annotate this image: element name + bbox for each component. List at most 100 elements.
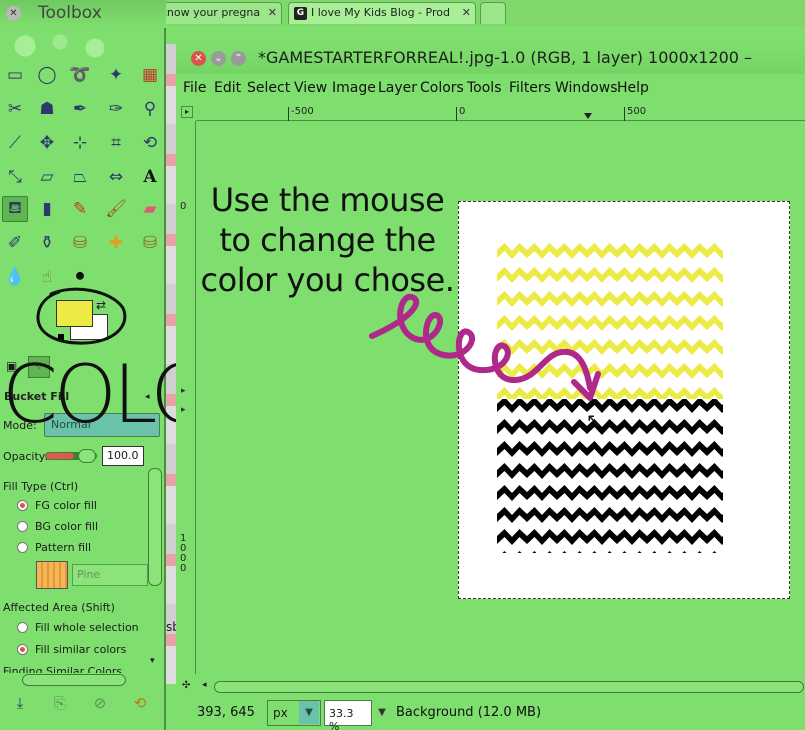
rect-select-icon[interactable]: ▭ (2, 62, 28, 88)
zoom-input[interactable]: 33.3 % (324, 700, 372, 730)
scissors-icon[interactable]: ✂ (2, 96, 28, 122)
move-icon[interactable]: ✥ (34, 130, 60, 156)
pattern-name-field[interactable]: Pine (72, 564, 148, 586)
new-tab-button[interactable] (480, 2, 506, 24)
measure-icon[interactable]: ⟋ (2, 130, 28, 156)
fill-type-label: Fill Type (Ctrl) (3, 480, 79, 493)
menu-view[interactable]: View (294, 80, 327, 96)
crop-icon[interactable]: ⌗ (103, 130, 129, 156)
pencil-icon[interactable]: ✎ (67, 196, 93, 222)
perspective-clone-icon[interactable]: ⛁ (137, 230, 163, 256)
delete-options-icon[interactable]: ⊘ (90, 694, 110, 714)
curly-arrow-icon (369, 293, 601, 401)
unit-label: px (273, 706, 288, 720)
clone-icon[interactable]: ⛁ (67, 230, 93, 256)
minimize-window-icon[interactable]: ⌄ (211, 51, 226, 66)
horizontal-scrollbar[interactable] (214, 681, 804, 693)
menu-select[interactable]: Select (247, 80, 290, 96)
fg-fill-label: FG color fill (35, 499, 97, 512)
airbrush-icon[interactable]: ✐ (2, 230, 28, 256)
finding-similar-colors-label: Finding Similar Colors (3, 665, 123, 673)
close-window-icon[interactable]: ✕ (191, 51, 206, 66)
menu-windows[interactable]: Windows (555, 80, 618, 96)
scroll-down-icon[interactable]: ▾ (150, 656, 155, 666)
menu-tools[interactable]: Tools (467, 80, 502, 96)
close-icon[interactable]: ✕ (6, 6, 21, 21)
browser-tab-blog[interactable]: G I love My Kids Blog - Prod ✕ (288, 2, 476, 24)
ruler-pointer-marker: ▸ (181, 405, 186, 415)
blur-icon[interactable]: 💧 (2, 264, 28, 290)
fill-whole-selection-label: Fill whole selection (35, 621, 139, 634)
tool-options-hscroll[interactable] (22, 674, 126, 686)
bg-fill-radio[interactable] (17, 521, 28, 532)
free-select-icon[interactable]: ➰ (67, 62, 93, 88)
ruler-label: 0 (180, 201, 187, 212)
eraser-icon[interactable]: ▰ (137, 196, 163, 222)
menu-help[interactable]: Help (617, 80, 649, 96)
color-circle-annotation (36, 287, 127, 345)
ruler-label: -500 (291, 106, 314, 117)
menu-file[interactable]: File (183, 80, 206, 96)
heal-icon[interactable]: ✚ (103, 230, 129, 256)
toolbox-title: Toolbox (38, 3, 102, 23)
image-window-title: *GAMESTARTERFORREAL!.jpg-1.0 (RGB, 1 lay… (258, 48, 753, 67)
paintbrush-icon[interactable]: 🖌 (103, 196, 129, 222)
bucket-fill-icon[interactable]: ⛾ (2, 196, 28, 222)
fill-whole-selection-radio[interactable] (17, 622, 28, 633)
scroll-left-icon[interactable]: ◂ (202, 680, 207, 690)
scale-icon[interactable]: ⤡ (2, 164, 28, 190)
tab-favicon-icon: G (294, 7, 307, 20)
foreground-select-icon[interactable]: ☗ (34, 96, 60, 122)
fg-fill-radio[interactable] (17, 500, 28, 511)
color-select-icon[interactable]: ▦ (137, 62, 163, 88)
ink-icon[interactable]: ⚱ (34, 230, 60, 256)
fill-similar-colors-radio[interactable] (17, 644, 28, 655)
quick-mask-toggle[interactable]: ▸ (181, 106, 193, 118)
opacity-slider-handle[interactable] (78, 449, 96, 463)
blend-icon[interactable]: ▮ (34, 196, 60, 222)
fuzzy-select-icon[interactable]: ✦ (103, 62, 129, 88)
browser-tab-label: I love My Kids Blog - Prod (311, 6, 450, 19)
unit-dropdown-icon[interactable]: ▼ (299, 701, 319, 724)
menu-filters[interactable]: Filters (509, 80, 551, 96)
ruler-pointer-marker (584, 113, 592, 119)
perspective-icon[interactable]: ⏢ (67, 164, 93, 190)
rotate-icon[interactable]: ⟲ (137, 130, 163, 156)
opacity-label: Opacity: (3, 450, 49, 463)
shear-icon[interactable]: ▱ (34, 164, 60, 190)
menu-image[interactable]: Image (332, 80, 376, 96)
text-tool-icon[interactable]: A (137, 164, 163, 190)
zoom-icon[interactable]: ⚲ (137, 96, 163, 122)
ellipse-select-icon[interactable]: ◯ (34, 62, 60, 88)
restore-options-icon[interactable]: ⎘ (50, 694, 70, 714)
color-picker-icon[interactable]: ✑ (103, 96, 129, 122)
ruler-tick (624, 107, 625, 121)
save-options-icon[interactable]: ⤓ (10, 694, 30, 714)
bg-fill-label: BG color fill (35, 520, 98, 533)
close-tab-icon[interactable]: ✕ (268, 6, 277, 19)
ruler-tick (288, 107, 289, 121)
zoom-dropdown-icon[interactable]: ▼ (374, 701, 390, 725)
opacity-slider-fill (46, 453, 74, 459)
flip-icon[interactable]: ⇔ (103, 164, 129, 190)
close-tab-icon[interactable]: ✕ (462, 6, 471, 19)
ruler-label: 500 (627, 106, 647, 117)
maximize-window-icon[interactable]: ⌃ (231, 51, 246, 66)
opacity-input[interactable]: 100.0 (102, 446, 144, 466)
pattern-fill-label: Pattern fill (35, 541, 92, 554)
ruler-label: 0 (459, 106, 466, 117)
menu-layer[interactable]: Layer (378, 80, 417, 96)
toolbox-wilber-banner (0, 28, 166, 58)
pattern-preview[interactable] (36, 561, 68, 589)
menu-colors[interactable]: Colors (420, 80, 464, 96)
paths-icon[interactable]: ✒ (67, 96, 93, 122)
mouse-cursor-icon: ↖ (586, 410, 602, 431)
tool-options-scrollbar[interactable] (148, 468, 162, 586)
pointer-coordinates: 393, 645 (197, 705, 255, 720)
affected-area-label: Affected Area (Shift) (3, 601, 115, 614)
reset-options-icon[interactable]: ⟲ (130, 694, 150, 714)
menu-edit[interactable]: Edit (214, 80, 241, 96)
align-icon[interactable]: ⊹ (67, 130, 93, 156)
pattern-fill-radio[interactable] (17, 542, 28, 553)
navigate-icon[interactable]: ✣ (182, 680, 190, 691)
